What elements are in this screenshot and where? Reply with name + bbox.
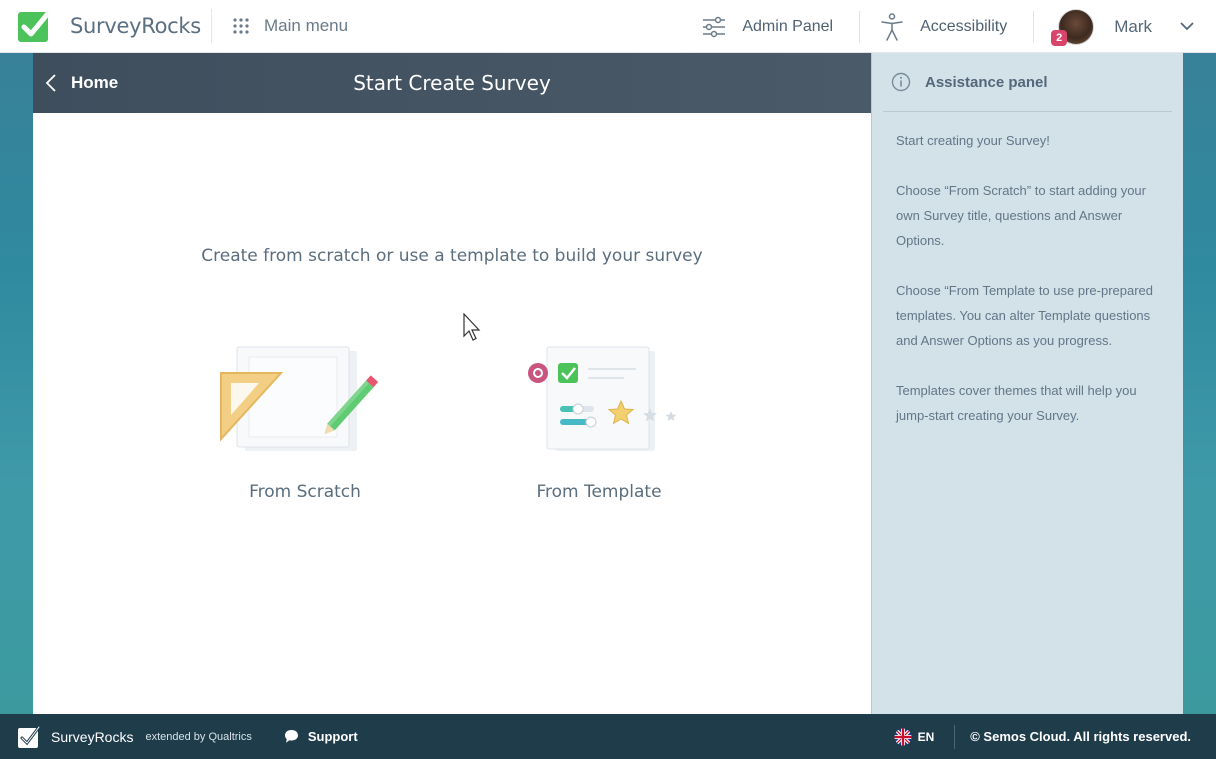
chevron-down-icon[interactable]: [1180, 22, 1194, 31]
user-name: Mark: [1114, 16, 1152, 36]
copyright: © Semos Cloud. All rights reserved.: [970, 729, 1191, 744]
main-panel: Home Start Create Survey Create from scr…: [33, 53, 871, 714]
admin-panel-label: Admin Panel: [742, 17, 834, 35]
accessibility-icon: [881, 12, 903, 41]
main-menu-button[interactable]: Main menu: [233, 16, 348, 36]
surveyrocks-logo-icon: [18, 8, 53, 42]
footer-right: EN © Semos Cloud. All rights reserved.: [894, 714, 1216, 759]
chevron-left-icon: [45, 74, 56, 92]
sliders-icon: [703, 16, 726, 37]
top-right-nav: Admin Panel Accessibility 2 Mark: [702, 0, 1216, 53]
support-link[interactable]: Support: [284, 729, 358, 744]
footer-brand[interactable]: SurveyRocks extended by Qualtrics: [0, 725, 252, 749]
assistance-body: Start creating your Survey! Choose “From…: [872, 112, 1183, 428]
template-checklist-icon: [528, 346, 677, 451]
support-label: Support: [307, 729, 358, 744]
page-title: Start Create Survey: [353, 71, 551, 95]
brand[interactable]: SurveyRocks: [0, 8, 212, 43]
avatar[interactable]: 2: [1051, 8, 1095, 46]
grid-icon: [233, 18, 249, 34]
user-menu[interactable]: 2 Mark: [1034, 0, 1216, 53]
surveyrocks-logo-icon: [18, 725, 41, 748]
assistance-paragraph: Choose “From Scratch” to start adding yo…: [896, 183, 1146, 248]
main-header: Home Start Create Survey: [33, 53, 871, 113]
from-template-option[interactable]: From Template: [509, 343, 689, 502]
assistance-paragraph: Templates cover themes that will help yo…: [896, 383, 1137, 423]
admin-panel-button[interactable]: Admin Panel: [702, 0, 859, 53]
footer: SurveyRocks extended by Qualtrics Suppor…: [0, 714, 1216, 759]
ruler-pencil-icon: [220, 346, 379, 451]
back-home-button[interactable]: Home: [45, 53, 118, 113]
footer-brand-name: SurveyRocks: [51, 728, 134, 745]
assistance-header: Assistance panel: [883, 53, 1172, 112]
from-template-label: From Template: [536, 482, 662, 502]
accessibility-button[interactable]: Accessibility: [860, 0, 1033, 53]
from-scratch-label: From Scratch: [249, 482, 361, 502]
main-menu-label: Main menu: [264, 16, 349, 35]
brand-name: SurveyRocks: [70, 14, 201, 38]
back-label: Home: [71, 73, 119, 92]
info-icon: [891, 72, 911, 92]
top-bar: SurveyRocks Main menu Admin Panel Access…: [0, 0, 1216, 53]
from-scratch-option[interactable]: From Scratch: [215, 343, 395, 502]
assistance-title: Assistance panel: [925, 73, 1048, 91]
assistance-paragraph: Start creating your Survey!: [896, 133, 1050, 148]
assistance-panel: Assistance panel Start creating your Sur…: [871, 53, 1183, 714]
language-selector[interactable]: EN: [894, 728, 955, 746]
page-subtitle: Create from scratch or use a template to…: [201, 246, 703, 266]
notification-badge[interactable]: 2: [1051, 29, 1068, 46]
footer-extended: extended by Qualtrics: [145, 730, 252, 743]
uk-flag-icon: [894, 728, 912, 745]
language-label: EN: [917, 729, 935, 744]
chat-bubble-icon: [284, 730, 298, 743]
assistance-paragraph: Choose “From Template to use pre-prepare…: [896, 283, 1153, 348]
mouse-cursor-icon: [463, 313, 481, 341]
accessibility-label: Accessibility: [920, 17, 1008, 35]
